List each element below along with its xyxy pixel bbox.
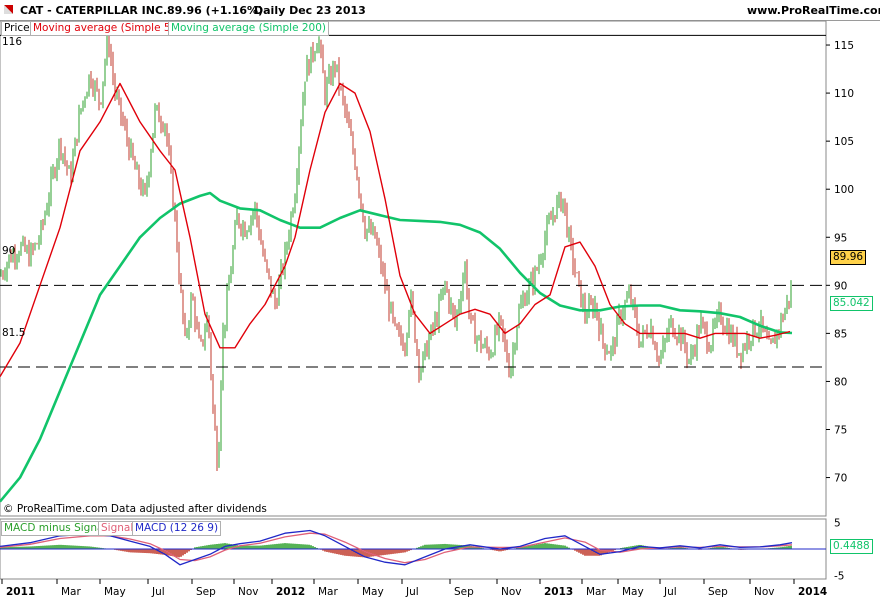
x-tick-label: Sep: [454, 586, 474, 598]
price-tick-label: 115: [834, 40, 854, 52]
price-tick-label: 85: [834, 328, 847, 340]
x-tick-label: Jul: [663, 586, 677, 598]
legend-price: Price: [1, 21, 33, 36]
legend-macd: MACD (12 26 9): [132, 521, 222, 536]
x-tick-label: Nov: [501, 586, 522, 598]
x-tick-label: Mar: [61, 586, 81, 598]
price-tick-label: 105: [834, 136, 854, 148]
prorealtime-logo-icon: [4, 5, 13, 14]
x-tick-label: May: [622, 586, 644, 598]
ma200-value-box: 85.042: [830, 296, 873, 311]
last-price-box: 89.96: [830, 250, 867, 265]
legend-macd-minus-signal: MACD minus Signal: [1, 521, 110, 536]
x-tick-label: Mar: [318, 586, 338, 598]
x-tick-label: Nov: [754, 586, 775, 598]
macd-tick-label: 5: [834, 518, 841, 530]
macd-value-box: 0.4488: [830, 539, 873, 554]
period-label: Daily Dec 23 2013: [254, 4, 366, 17]
price-change: 89.96 (+1.16%): [167, 4, 264, 17]
price-tick-label: 80: [834, 376, 847, 388]
x-tick-label: Sep: [708, 586, 728, 598]
x-tick-label: 2013: [544, 586, 573, 598]
x-tick-label: Jul: [405, 586, 419, 598]
legend-signal: Signal: [98, 521, 137, 536]
x-tick-label: Nov: [238, 586, 259, 598]
x-tick-label: Mar: [586, 586, 606, 598]
x-tick-label: May: [104, 586, 126, 598]
symbol-title: CAT - CATERPILLAR INC.: [20, 4, 168, 17]
hline-label-90: 90: [2, 245, 16, 257]
price-tick-label: 110: [834, 88, 854, 100]
x-tick-label: May: [362, 586, 384, 598]
hline-label-116: 116: [2, 36, 23, 48]
price-tick-label: 90: [834, 280, 847, 292]
hline-label-81-5: 81.5: [2, 327, 26, 339]
price-tick-label: 100: [834, 184, 854, 196]
x-tick-label: Jul: [151, 586, 165, 598]
x-tick-label: 2011: [6, 586, 35, 598]
site-url[interactable]: www.ProRealTime.com: [747, 4, 880, 17]
chart-header: CAT - CATERPILLAR INC. 89.96 (+1.16%) Da…: [0, 0, 880, 21]
price-tick-label: 70: [834, 473, 847, 485]
data-credit: © ProRealTime.com Data adjusted after di…: [3, 503, 267, 515]
x-tick-label: Sep: [196, 586, 216, 598]
legend-ma50: Moving average (Simple 50): [30, 21, 185, 36]
x-tick-label: 2014: [798, 586, 827, 598]
legend-ma200: Moving average (Simple 200): [168, 21, 330, 36]
price-tick-label: 95: [834, 232, 847, 244]
macd-tick-label: -5: [834, 570, 844, 582]
price-tick-label: 75: [834, 424, 847, 436]
x-tick-label: 2012: [276, 586, 305, 598]
